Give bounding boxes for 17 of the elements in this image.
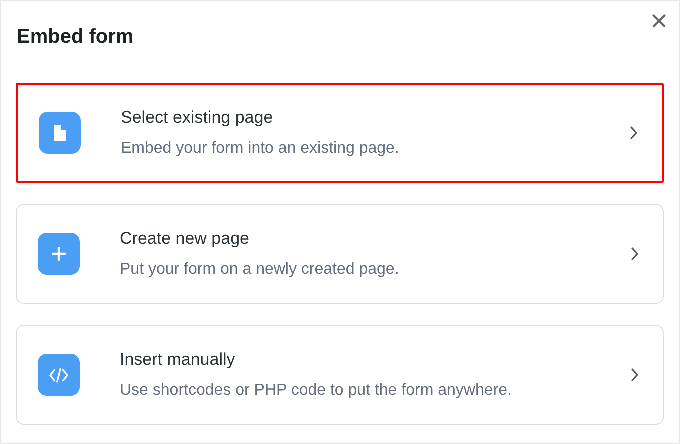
chevron-icon xyxy=(630,126,638,140)
option-card[interactable]: Select existing page Embed your form into an existing page. xyxy=(16,83,664,183)
option-description: Put your form on a newly created page. xyxy=(120,260,400,280)
close-button[interactable]: × xyxy=(646,7,672,37)
code-icon xyxy=(38,354,80,396)
option-card[interactable]: Create new page Put your form on a newly created page. xyxy=(16,204,664,304)
option-title: Insert manually xyxy=(120,349,236,372)
option-title: Create new page xyxy=(120,228,250,250)
dialog-title: Embed form xyxy=(17,25,134,50)
option-card[interactable]: Insert manually Use shortcodes or PHP code to put the form anywhere. xyxy=(16,325,664,425)
option-title: Select existing page xyxy=(121,107,274,130)
chevron-icon xyxy=(631,247,639,261)
option-description: Embed your form into an existing page. xyxy=(121,138,400,159)
option-description: Use shortcodes or PHP code to put the form anywhere. xyxy=(120,380,513,401)
chevron-icon xyxy=(631,368,639,382)
file-icon xyxy=(39,112,81,154)
plus-icon xyxy=(38,233,80,275)
